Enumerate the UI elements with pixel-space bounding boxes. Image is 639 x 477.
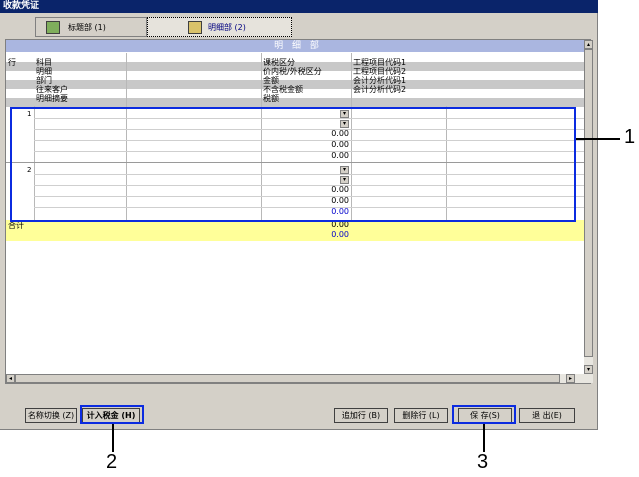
total-label: 合计 [8,221,24,230]
header-summary: 明细摘要 [36,94,68,103]
callout-box-1 [10,107,576,222]
header-detail: 明细 [36,67,52,76]
scroll-down-arrow-icon[interactable]: ▾ [584,365,593,374]
header-customer: 往来客户 [36,85,68,94]
header-project-code-1: 工程项目代码1 [353,58,407,67]
total-row: 合计 0.00 0.00 [6,220,584,241]
scroll-right-arrow-icon[interactable]: ▸ [566,374,575,383]
callout-leader-2 [112,424,114,452]
total-tax: 0.00 [331,230,349,239]
rename-toggle-button[interactable]: 名称切换 (Z) [25,408,77,423]
section-title: 明 细 部 [6,40,590,52]
add-row-button[interactable]: 追加行 (B) [334,408,388,423]
header-tax-class: 课税区分 [263,58,295,67]
window-title: 收款凭证 [0,0,598,13]
horizontal-scrollbar[interactable]: ◂ ▸ [6,374,584,383]
vertical-scroll-thumb[interactable] [584,49,593,357]
book-icon [46,21,60,34]
header-tax-type: 价内税/外税区分 [263,67,322,76]
document-icon [188,21,202,34]
scroll-up-arrow-icon[interactable]: ▴ [584,40,593,49]
callout-number-1: 1 [624,126,636,148]
delete-row-button[interactable]: 删除行 (L) [394,408,448,423]
header-net-amount: 不含税金额 [263,85,303,94]
exit-button[interactable]: 退 出(E) [519,408,575,423]
callout-box-3 [452,405,516,424]
scroll-left-arrow-icon[interactable]: ◂ [6,374,15,383]
tab-detail-section[interactable]: 明细部 (2) [147,17,292,37]
header-row-col: 行 [8,58,16,67]
tab-label: 明细部 (2) [208,23,246,32]
callout-number-3: 3 [477,451,489,473]
header-project-code-2: 工程项目代码2 [353,67,407,76]
callout-leader-1 [576,138,620,140]
header-amount: 金额 [263,76,279,85]
vertical-scrollbar[interactable]: ▴ ▾ [584,40,593,383]
callout-leader-3 [483,424,485,452]
header-analysis-code-2: 会计分析代码2 [353,85,407,94]
callout-number-2: 2 [106,451,118,473]
tab-header-section[interactable]: 标题部 (1) [35,17,147,37]
header-analysis-code-1: 会计分析代码1 [353,76,407,85]
callout-box-2 [80,405,144,424]
tab-label: 标题部 (1) [68,23,106,32]
header-subject: 科目 [36,58,52,67]
horizontal-scroll-thumb[interactable] [15,374,560,383]
header-stripe [6,98,584,107]
header-tax-amount: 税额 [263,94,279,103]
header-department: 部门 [36,76,52,85]
